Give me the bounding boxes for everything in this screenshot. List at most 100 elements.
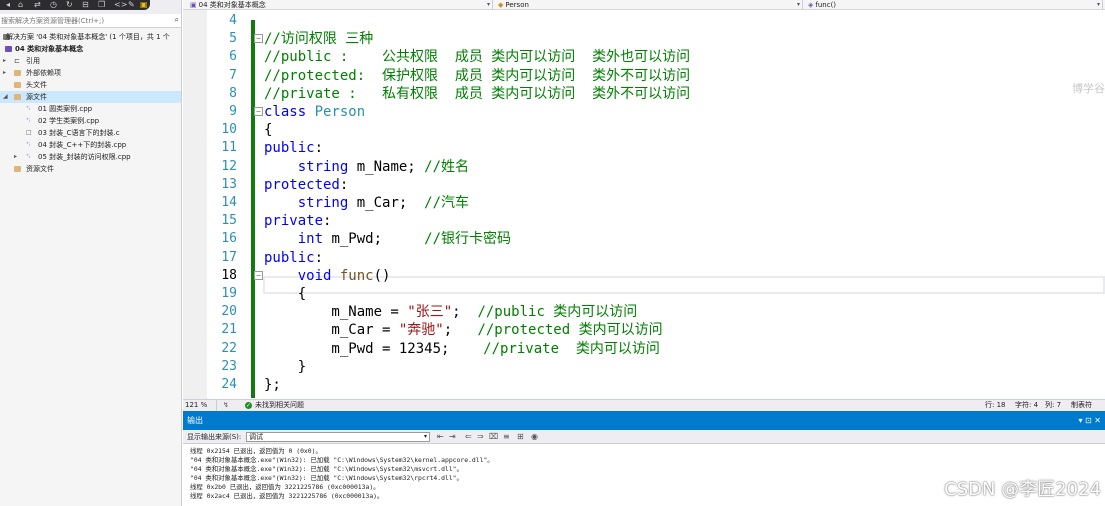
tree-item-source-files[interactable]: ◢ 源文件: [0, 91, 181, 103]
code-line[interactable]: 15 private:: [183, 212, 1105, 230]
toggle-icon[interactable]: ⊞: [517, 430, 524, 444]
project-dropdown[interactable]: ▣ 04 类和对象基本概念 ▾: [187, 0, 493, 10]
code-text: string m_Name; //姓名: [264, 158, 469, 176]
zoom-level[interactable]: 121 %: [185, 400, 217, 411]
wrench-icon[interactable]: ✎: [128, 0, 135, 10]
collapse-icon[interactable]: −: [254, 270, 263, 280]
code-token: m_Pwd;: [323, 231, 425, 248]
code-line[interactable]: 23 }: [183, 358, 1105, 376]
code-line[interactable]: 7 //protected: 保护权限 成员 类内可以访问 类外不可以访问: [183, 67, 1105, 85]
code-token: :: [323, 213, 332, 230]
code-icon[interactable]: <>: [114, 0, 127, 10]
tree-item-file-02[interactable]: ⁺ᵢ 02 学生类案例.cpp: [0, 115, 181, 127]
code-line[interactable]: 19 {: [183, 285, 1105, 303]
class-icon: ◆: [498, 1, 504, 9]
chevron-down-icon[interactable]: ▾: [487, 0, 490, 10]
member-dropdown[interactable]: ◈ func() ▾: [805, 0, 1103, 10]
code-line[interactable]: 18 − void func(): [183, 267, 1105, 285]
code-text: //private : 私有权限 成员 类内可以访问 类外不可以访问: [264, 85, 690, 103]
cpp-file-icon: ⁺ᵢ: [26, 141, 31, 148]
tree-item-references[interactable]: ▸ ⊏ 引用: [0, 55, 181, 67]
chevron-right-icon[interactable]: ▸: [3, 55, 6, 67]
code-line[interactable]: 11 public:: [183, 139, 1105, 157]
clear-all-icon[interactable]: ⌧: [489, 430, 498, 444]
code-line[interactable]: 10 {: [183, 121, 1105, 139]
refresh-icon[interactable]: ↻: [66, 0, 73, 10]
chevron-down-icon[interactable]: ▾: [424, 433, 427, 441]
code-token: int: [297, 231, 324, 248]
collapse-icon[interactable]: −: [254, 107, 263, 116]
code-line[interactable]: 9 − class Person: [183, 103, 1105, 121]
back-icon[interactable]: ◂: [6, 0, 10, 10]
code-line[interactable]: 14 string m_Car; //汽车: [183, 194, 1105, 212]
history-icon[interactable]: ◷: [50, 0, 57, 10]
solution-search-input[interactable]: [0, 14, 168, 27]
code-line[interactable]: 6 //public : 公共权限 成员 类内可以访问 类外也可以访问: [183, 48, 1105, 66]
find-previous-icon[interactable]: ⇤: [437, 430, 444, 444]
tree-item-file-01[interactable]: ⁺ᵢ 01 圆类案例.cpp: [0, 103, 181, 115]
line-number: 22: [221, 340, 237, 356]
code-token: string: [297, 158, 349, 175]
tree-item-label: 03 封装_C语言下的封装.c: [38, 129, 120, 137]
issues-status[interactable]: 未找到相关问题: [255, 400, 304, 411]
chevron-right-icon[interactable]: ▸: [14, 151, 17, 163]
tree-item-header-files[interactable]: 头文件: [0, 79, 181, 91]
class-dropdown[interactable]: ◆ Person ▾: [495, 0, 803, 10]
output-line: 线程 0x2154 已退出，返回值为 0 (0x0)。: [190, 447, 322, 455]
code-line[interactable]: 24};: [183, 376, 1105, 394]
goto-prev-icon[interactable]: ⇐: [465, 430, 472, 444]
tree-item-external-deps[interactable]: ▸ 外部依赖项: [0, 67, 181, 79]
char-indicator: 字符: 4: [1015, 401, 1039, 409]
chevron-right-icon[interactable]: ▸: [3, 67, 6, 79]
code-line[interactable]: 20 m_Name = "张三"; //public 类内可以访问: [183, 303, 1105, 321]
code-line[interactable]: 21 m_Car = "奔驰"; //protected 类内可以访问: [183, 321, 1105, 339]
line-number: 19: [221, 286, 237, 301]
code-text: public:: [264, 249, 323, 267]
tree-item-resource-files[interactable]: 资源文件: [0, 163, 181, 175]
code-line[interactable]: 5 −//访问权限 三种: [183, 30, 1105, 48]
preview-icon[interactable]: ▣: [140, 0, 148, 10]
project-node[interactable]: 04 类和对象基本概念: [0, 43, 181, 55]
solution-node[interactable]: 解决方案 '04 类和对象基本概念' (1 个项目，共 1 个: [0, 31, 181, 43]
word-wrap-icon[interactable]: ≡: [503, 430, 510, 444]
code-line[interactable]: 16 int m_Pwd; //银行卡密码: [183, 230, 1105, 248]
code-line[interactable]: 22 m_Pwd = 12345; //private 类内可以访问: [183, 340, 1105, 358]
code-token: //public : 公共权限 成员 类内可以访问 类外也可以访问: [264, 49, 691, 66]
copy-icon[interactable]: ❐: [98, 0, 105, 10]
output-source-dropdown[interactable]: 调试 ▾: [246, 432, 430, 442]
find-next-icon[interactable]: ⇥: [449, 430, 456, 444]
check-icon: ✓: [245, 402, 252, 409]
code-text-area[interactable]: 4 5−//访问权限 三种 6//public : 公共权限 成员 类内可以访问 类…: [183, 10, 1105, 399]
code-token: //访问权限 三种: [264, 31, 374, 48]
line-number: 14: [221, 195, 237, 210]
tab-mode-indicator[interactable]: 制表符: [1071, 400, 1092, 411]
code-line[interactable]: 4: [183, 12, 1105, 30]
chevron-down-icon[interactable]: ▾: [1097, 0, 1100, 10]
home-icon[interactable]: ⌂: [18, 0, 23, 10]
tree-item-file-05[interactable]: ▸ ⁺ᵢ 05 封装_封装的访问权限.cpp: [0, 151, 181, 163]
sync-icon[interactable]: ⇄: [34, 0, 41, 10]
settings-icon[interactable]: ◉: [531, 430, 538, 444]
chevron-down-icon[interactable]: ◢: [3, 91, 8, 103]
code-line[interactable]: 8 //private : 私有权限 成员 类内可以访问 类外不可以访问: [183, 85, 1105, 103]
code-line[interactable]: 13 protected:: [183, 176, 1105, 194]
pin-icon[interactable]: ▾ ⊡ ✕: [1078, 411, 1101, 430]
tree-item-file-03[interactable]: □ 03 封装_C语言下的封装.c: [0, 127, 181, 139]
tree-item-file-04[interactable]: ⁺ᵢ 04 封装_C++下的封装.cpp: [0, 139, 181, 151]
folder-icon: [14, 166, 21, 172]
code-line[interactable]: 12 string m_Name; //姓名: [183, 158, 1105, 176]
code-token: void: [297, 267, 332, 284]
code-text: string m_Car; //汽车: [264, 194, 469, 212]
code-line[interactable]: 17 public:: [183, 249, 1105, 267]
code-token: "奔驰": [398, 322, 444, 339]
search-icon[interactable]: ⌕: [175, 15, 179, 25]
code-text: //public : 公共权限 成员 类内可以访问 类外也可以访问: [264, 48, 690, 66]
health-icon[interactable]: ↯: [223, 400, 229, 411]
collapse-icon[interactable]: ⊟: [82, 0, 89, 10]
tree-item-label: 源文件: [26, 93, 47, 101]
chevron-down-icon[interactable]: ▾: [797, 0, 800, 10]
collapse-icon[interactable]: −: [254, 34, 263, 44]
goto-next-icon[interactable]: ⇒: [477, 430, 484, 444]
code-token: m_Pwd = 12345;: [264, 340, 484, 357]
